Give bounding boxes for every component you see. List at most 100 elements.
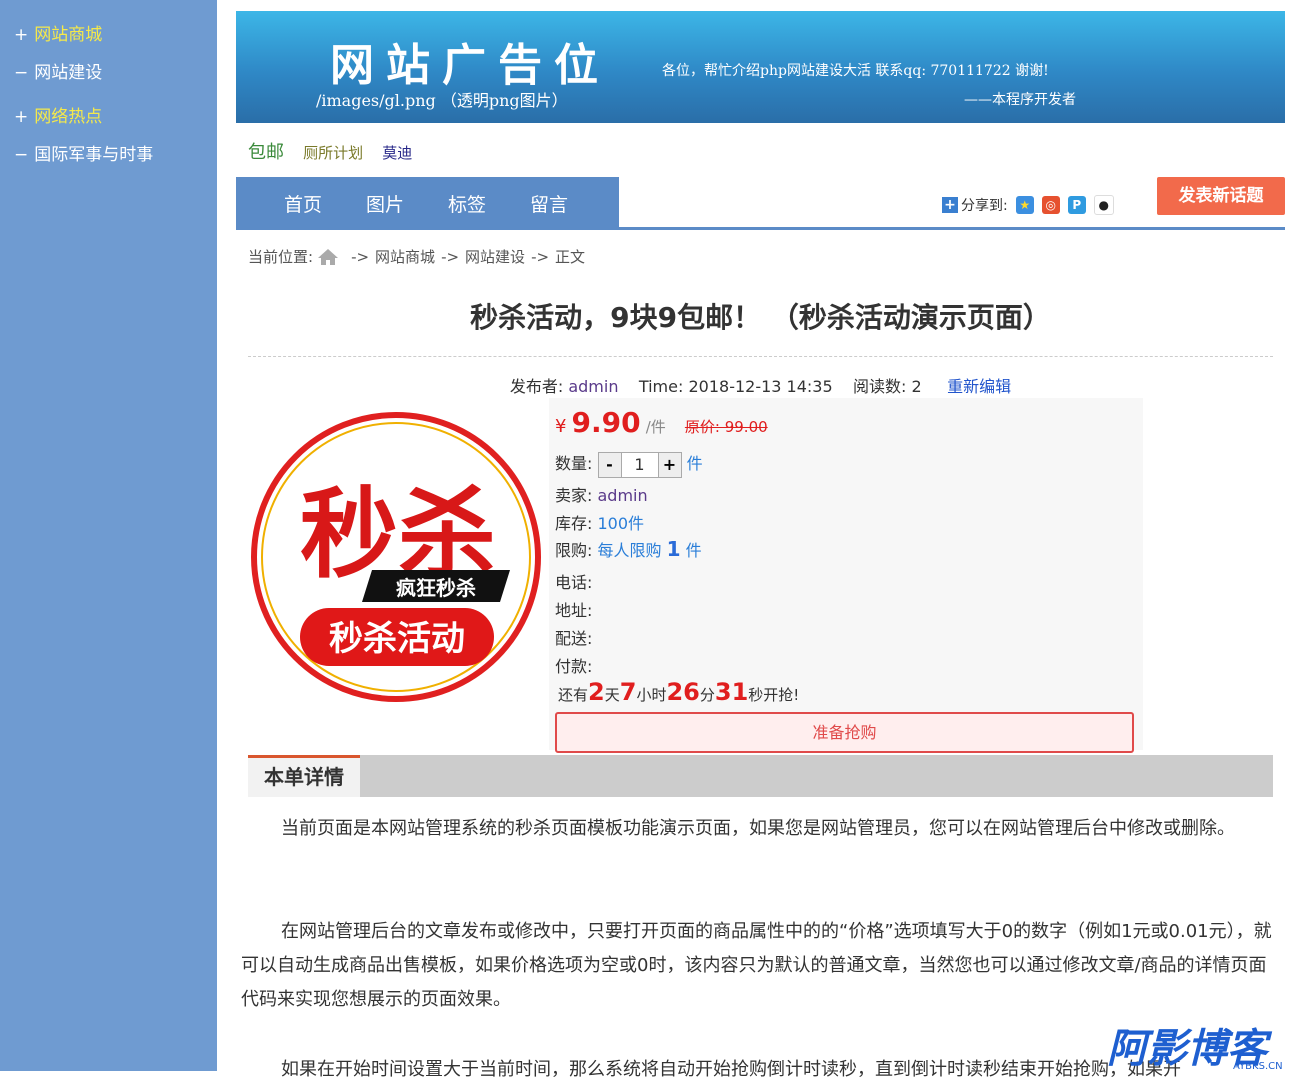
publisher-link[interactable]: admin xyxy=(568,377,618,396)
qzone-star-icon[interactable]: ★ xyxy=(1015,196,1034,214)
share-bar: + 分享到: ★ ◎ P ● xyxy=(942,195,1114,215)
limit-label: 限购: xyxy=(555,541,593,560)
sidebar-item-label: 国际军事与时事 xyxy=(34,145,154,165)
buy-button[interactable]: 准备抢购 xyxy=(555,712,1134,753)
detail-paragraph: 当前页面是本网站管理系统的秒杀页面模板功能演示页面，如果您是网站管理员，您可以在… xyxy=(281,818,1235,839)
countdown-hours: 7 xyxy=(619,678,637,706)
quantity-input[interactable]: 1 xyxy=(621,451,658,478)
product-image-banner-text: 秒杀活动 xyxy=(329,619,465,659)
price-row: ¥ 9.90 /件 原价: 99.00 xyxy=(555,406,768,439)
quantity-label: 数量: xyxy=(555,454,593,473)
breadcrumb-sep: -> xyxy=(441,247,460,266)
product-image: 秒杀 疯狂秒杀 秒杀活动 xyxy=(248,410,543,705)
breadcrumb: 当前位置: -> 网站商城 -> 网站建设 -> 正文 xyxy=(248,246,585,267)
nav-tags[interactable]: 标签 xyxy=(448,190,486,217)
sidebar-item-shop[interactable]: + 网站商城 xyxy=(14,20,102,45)
countdown-minutes-label: 分 xyxy=(699,686,715,704)
countdown-prefix: 还有 xyxy=(558,686,589,704)
share-label: 分享到: xyxy=(961,198,1008,214)
stock-value: 100件 xyxy=(597,514,645,533)
banner-note: 各位，帮忙介绍php网站建设大活 联系qq: 770111722 谢谢! xyxy=(662,63,1049,79)
publisher-label: 发布者: xyxy=(509,377,564,396)
main-menu: 首页 图片 标签 留言 xyxy=(236,177,619,227)
detail-tab-bar: 本单详情 xyxy=(248,755,1273,797)
product-info: ¥ 9.90 /件 原价: 99.00 数量: - 1 + 件 卖家: admi… xyxy=(549,398,1143,753)
stock-label: 库存: xyxy=(555,514,593,533)
expand-icon: + xyxy=(14,107,29,127)
countdown-days-label: 天 xyxy=(604,686,620,704)
breadcrumb-sep: -> xyxy=(531,247,550,266)
expand-icon: + xyxy=(14,25,29,45)
read-count: 2 xyxy=(911,377,922,396)
home-icon[interactable] xyxy=(317,247,339,267)
sidebar-item-web-build[interactable]: − 网站建设 xyxy=(14,58,102,83)
tab-details[interactable]: 本单详情 xyxy=(248,755,360,797)
nav-guestbook[interactable]: 留言 xyxy=(530,190,568,217)
banner-subtitle: /images/gl.png （透明png图片） xyxy=(316,91,568,110)
article-meta: 发布者: admin Time: 2018-12-13 14:35 阅读数: 2… xyxy=(236,373,1285,397)
limit-row: 限购: 每人限购 1 件 xyxy=(555,537,702,561)
seller-row: 卖家: admin xyxy=(555,482,648,506)
countdown-seconds: 31 xyxy=(714,678,749,706)
countdown-days: 2 xyxy=(588,678,605,706)
post-new-topic-button[interactable]: 发表新话题 xyxy=(1157,177,1285,215)
price-unit: /件 xyxy=(645,418,666,436)
countdown-minutes: 26 xyxy=(666,678,700,706)
quantity-stepper: - 1 + xyxy=(597,451,682,478)
weibo-icon[interactable]: ◎ xyxy=(1041,196,1060,214)
breadcrumb-sep: -> xyxy=(351,247,370,266)
ad-banner[interactable]: 网站广告位 /images/gl.png （透明png图片） 各位，帮忙介绍ph… xyxy=(236,11,1285,123)
tencent-weibo-icon[interactable]: P xyxy=(1067,196,1086,214)
quantity-unit: 件 xyxy=(686,454,703,473)
page-title: 秒杀活动，9块9包邮！ （秒杀活动演示页面） xyxy=(470,301,1051,334)
qq-penguin-icon[interactable]: ● xyxy=(1093,195,1114,215)
nav-bar: 首页 图片 标签 留言 + 分享到: ★ ◎ P ● 发表新话题 xyxy=(236,177,1285,230)
limit-unit: 件 xyxy=(685,541,702,560)
tag-link[interactable]: 厕所计划 xyxy=(303,144,363,162)
title-divider xyxy=(248,356,1273,357)
stock-row: 库存: 100件 xyxy=(555,510,644,534)
sidebar-item-label: 网络热点 xyxy=(34,107,103,127)
payment-label: 付款: xyxy=(555,657,593,676)
nav-home[interactable]: 首页 xyxy=(284,190,322,217)
sidebar-item-military[interactable]: − 国际军事与时事 xyxy=(14,140,153,165)
publish-time: 2018-12-13 14:35 xyxy=(688,377,833,396)
watermark-sub: AYBKS.CN xyxy=(1233,1061,1283,1071)
phone-label: 电话: xyxy=(555,573,593,592)
quantity-row: 数量: - 1 + 件 xyxy=(555,450,703,478)
site-watermark: 阿影博客 AYBKS.CN xyxy=(1103,1022,1301,1072)
original-price: 原价: 99.00 xyxy=(684,418,768,436)
tag-link[interactable]: 莫迪 xyxy=(382,144,412,162)
quantity-plus-button[interactable]: + xyxy=(657,451,682,478)
detail-paragraph: 在网站管理后台的文章发布或修改中，只要打开页面的商品属性中的的“价格”选项填写大… xyxy=(241,921,1272,1010)
banner-title: 网站广告位 xyxy=(330,40,610,91)
sidebar-item-hot-topics[interactable]: + 网络热点 xyxy=(14,102,102,127)
seller-link[interactable]: admin xyxy=(598,486,648,505)
limit-text: 每人限购 xyxy=(597,541,662,560)
reads-label: 阅读数: xyxy=(853,377,907,396)
quantity-minus-button[interactable]: - xyxy=(597,451,622,478)
address-label: 地址: xyxy=(555,601,593,620)
collapse-icon: − xyxy=(14,145,29,165)
tag-link[interactable]: 包邮 xyxy=(248,142,284,163)
breadcrumb-shop[interactable]: 网站商城 xyxy=(375,246,435,267)
re-edit-link[interactable]: 重新编辑 xyxy=(947,377,1011,396)
countdown-seconds-label: 秒开抢! xyxy=(748,686,800,704)
limit-number: 1 xyxy=(666,537,681,561)
breadcrumb-web-build[interactable]: 网站建设 xyxy=(465,246,525,267)
sidebar-item-label: 网站商城 xyxy=(34,25,103,45)
breadcrumb-prefix: 当前位置: xyxy=(248,248,314,266)
breadcrumb-current: 正文 xyxy=(555,248,586,266)
countdown: 还有2天7小时26分31秒开抢! xyxy=(558,678,799,706)
nav-images[interactable]: 图片 xyxy=(366,190,404,217)
collapse-icon: − xyxy=(14,63,29,83)
product-image-band-text: 疯狂秒杀 xyxy=(396,576,476,600)
banner-signature: ——本程序开发者 xyxy=(964,92,1076,108)
sidebar: + 网站商城 − 网站建设 + 网络热点 − 国际军事与时事 xyxy=(0,0,217,1071)
delivery-label: 配送: xyxy=(555,629,593,648)
time-label: Time: xyxy=(638,377,684,396)
sale-price: 9.90 xyxy=(571,406,641,439)
sidebar-item-label: 网站建设 xyxy=(34,63,103,83)
share-plus-icon[interactable]: + xyxy=(942,197,958,213)
countdown-hours-label: 小时 xyxy=(636,686,667,704)
